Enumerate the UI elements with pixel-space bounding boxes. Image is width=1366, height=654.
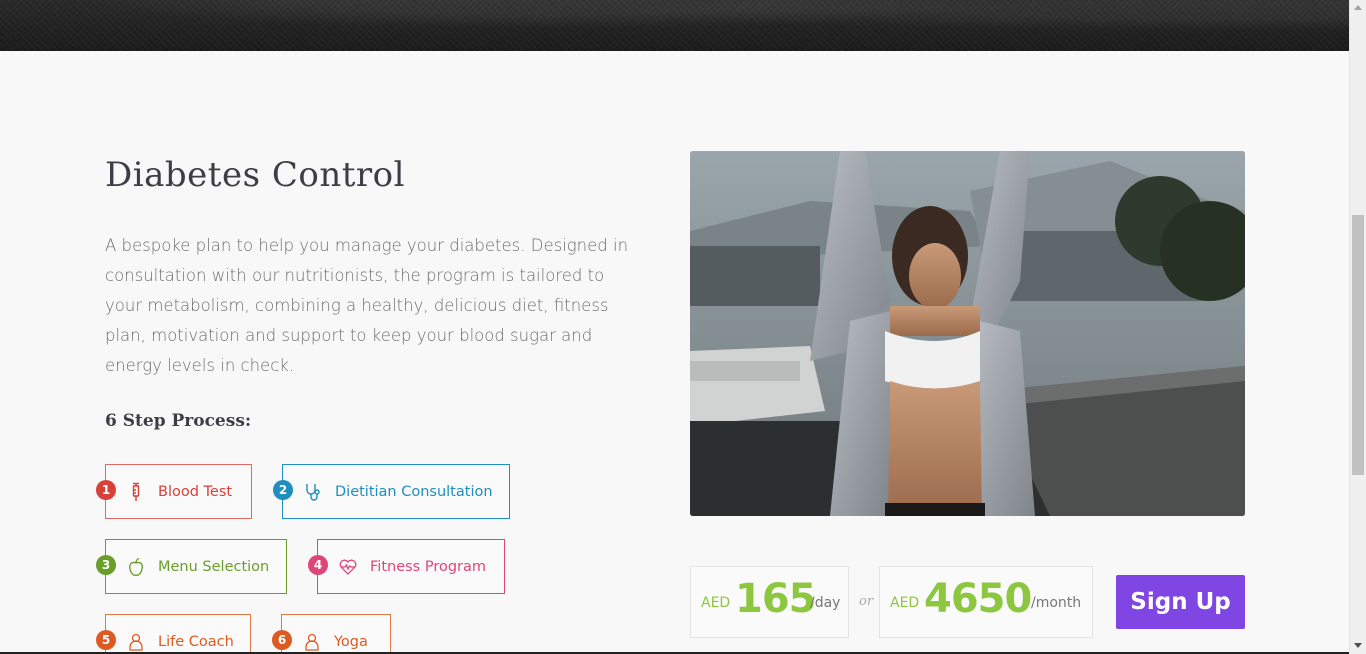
vertical-scrollbar[interactable] (1349, 0, 1366, 654)
scroll-down-arrow-icon[interactable] (1354, 643, 1362, 648)
page-title: Diabetes Control (105, 155, 405, 195)
monthly-unit: /month (1031, 595, 1082, 611)
daily-unit: /day (810, 595, 841, 611)
steps-heading: 6 Step Process: (105, 411, 252, 431)
daily-amount: 165 (735, 576, 816, 622)
step-number-badge: 3 (96, 555, 116, 575)
apple-icon (126, 557, 146, 577)
heartbeat-icon (338, 557, 358, 577)
step-dietitian-consultation[interactable]: 2 Dietitian Consultation (273, 464, 510, 519)
step-fitness-program[interactable]: 4 Fitness Program (308, 539, 505, 594)
header-banner (0, 0, 1349, 51)
stethoscope-icon (303, 482, 323, 502)
sign-up-button[interactable]: Sign Up (1116, 575, 1245, 629)
monthly-amount: 4650 (924, 576, 1032, 622)
price-separator: or (859, 594, 874, 609)
program-description: A bespoke plan to help you manage your d… (105, 236, 629, 375)
step-yoga[interactable]: 6 Yoga (272, 614, 391, 654)
step-number-badge: 5 (96, 630, 116, 650)
step-label: Menu Selection (158, 559, 270, 575)
daily-currency: AED (701, 595, 731, 611)
step-label: Yoga (334, 634, 368, 650)
daily-price-box: AED 165 /day (690, 566, 849, 638)
step-label: Life Coach (158, 634, 234, 650)
step-menu-selection[interactable]: 3 Menu Selection (96, 539, 287, 594)
step-blood-test[interactable]: 1 Blood Test (96, 464, 252, 519)
step-number-badge: 4 (308, 555, 328, 575)
monthly-currency: AED (890, 595, 920, 611)
syringe-icon (126, 482, 146, 502)
step-life-coach[interactable]: 5 Life Coach (96, 614, 251, 654)
step-number-badge: 6 (272, 630, 292, 650)
step-label: Blood Test (158, 484, 233, 500)
person-icon (126, 632, 146, 652)
step-number-badge: 2 (273, 480, 293, 500)
step-label: Fitness Program (370, 559, 487, 575)
program-photo (690, 151, 1245, 516)
scroll-thumb[interactable] (1352, 215, 1364, 475)
monthly-price-box: AED 4650 /month (879, 566, 1093, 638)
step-label: Dietitian Consultation (335, 484, 493, 500)
person-icon (302, 632, 322, 652)
scroll-up-arrow-icon[interactable] (1354, 5, 1362, 10)
step-number-badge: 1 (96, 480, 116, 500)
